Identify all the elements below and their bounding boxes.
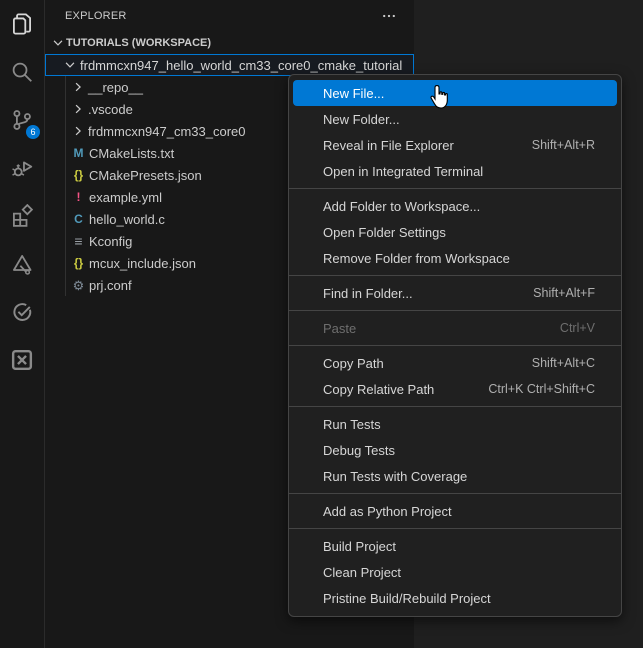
menu-item-label: Remove Folder from Workspace [323,250,510,266]
gear-file-icon: ⚙ [72,277,85,293]
tree-item-label: example.yml [89,189,162,205]
indent-guide [65,76,66,296]
tree-item-label: mcux_include.json [89,255,196,271]
menu-item-label: Add as Python Project [323,503,452,519]
menu-item-label: Pristine Build/Rebuild Project [323,590,491,606]
tree-item-label: CMakePresets.json [89,167,202,183]
ellipsis-icon [383,14,395,18]
menu-item-label: Open Folder Settings [323,224,446,240]
menu-item-clean-project[interactable]: Clean Project [293,559,617,585]
menu-item-add-folder-to-workspace[interactable]: Add Folder to Workspace... [293,193,617,219]
cmake-file-icon: M [73,145,84,160]
extensions-icon [10,204,34,228]
tree-item-label: Kconfig [89,233,133,249]
chevron-right-icon [70,79,86,95]
activitybar-item-source-control[interactable]: 6 [0,96,44,144]
chevron-right-icon [70,101,86,117]
menu-item-paste: Paste Ctrl+V [293,315,617,341]
check-circle-icon [10,300,34,324]
menu-item-run-tests[interactable]: Run Tests [293,411,617,437]
menu-item-pristine-build-rebuild-project[interactable]: Pristine Build/Rebuild Project [293,585,617,611]
menu-item-label: Debug Tests [323,442,396,458]
menu-item-label: Reveal in File Explorer [323,137,454,153]
menu-item-new-file[interactable]: New File... [293,80,617,106]
run-debug-icon [10,156,34,180]
activitybar-item-search[interactable] [0,48,44,96]
tree-item-label: prj.conf [89,277,132,293]
menu-item-add-as-python-project[interactable]: Add as Python Project [293,498,617,524]
tree-item-label: .vscode [88,101,133,117]
files-icon [10,12,34,36]
more-actions-button[interactable] [378,5,400,27]
activitybar-item-x-square[interactable] [0,336,44,384]
selected-folder-row[interactable]: frdmmcxn947_hello_world_cm33_core0_cmake… [45,54,414,76]
tree-item-label: hello_world.c [89,211,165,227]
json-file-icon: {} [73,255,84,270]
menu-item-remove-folder-from-workspace[interactable]: Remove Folder from Workspace [293,245,617,271]
menu-item-shortcut: Ctrl+V [559,321,595,335]
menu-item-reveal-in-file-explorer[interactable]: Reveal in File Explorer Shift+Alt+R [293,132,617,158]
explorer-title: EXPLORER [65,10,127,22]
menu-item-label: Run Tests with Coverage [323,468,468,484]
activitybar-item-extensions[interactable] [0,192,44,240]
chevron-down-icon [62,57,78,73]
menu-item-find-in-folder[interactable]: Find in Folder... Shift+Alt+F [293,280,617,306]
triangle-wrench-icon [10,252,34,276]
yaml-file-icon: ! [76,189,81,204]
menu-separator [289,310,621,311]
menu-separator [289,345,621,346]
menu-item-debug-tests[interactable]: Debug Tests [293,437,617,463]
activitybar-item-run-debug[interactable] [0,144,44,192]
menu-item-open-folder-settings[interactable]: Open Folder Settings [293,219,617,245]
menu-item-label: Clean Project [323,564,402,580]
menu-item-shortcut: Ctrl+K Ctrl+Shift+C [488,382,595,396]
selected-folder-label: frdmmcxn947_hello_world_cm33_core0_cmake… [80,57,403,73]
activitybar-item-check-circle[interactable] [0,288,44,336]
menu-separator [289,275,621,276]
menu-item-label: Run Tests [323,416,381,432]
json-file-icon: {} [73,167,84,182]
source-control-badge: 6 [26,125,40,139]
menu-item-label: Copy Path [323,355,384,371]
activitybar-item-triangle-wrench[interactable] [0,240,44,288]
menu-item-label: Open in Integrated Terminal [323,163,484,179]
menu-item-new-folder[interactable]: New Folder... [293,106,617,132]
tree-item-label: frdmmcxn947_cm33_core0 [88,123,246,139]
context-menu: New File... New Folder... Reveal in File E… [288,74,622,617]
menu-item-label: Paste [323,320,357,336]
menu-item-run-tests-with-coverage[interactable]: Run Tests with Coverage [293,463,617,489]
menu-item-shortcut: Shift+Alt+F [533,286,595,300]
chevron-down-icon [50,35,66,51]
menu-item-shortcut: Shift+Alt+C [531,356,595,370]
menu-item-label: Build Project [323,538,396,554]
menu-item-label: New Folder... [323,111,400,127]
workspace-section-label: TUTORIALS (WORKSPACE) [66,37,212,49]
menu-item-build-project[interactable]: Build Project [293,533,617,559]
menu-item-label: Copy Relative Path [323,381,435,397]
menu-item-label: New File... [323,85,385,101]
x-square-icon [10,348,34,372]
tree-item-label: __repo__ [88,79,143,95]
menu-separator [289,493,621,494]
menu-item-label: Add Folder to Workspace... [323,198,481,214]
menu-item-copy-path[interactable]: Copy Path Shift+Alt+C [293,350,617,376]
chevron-right-icon [70,123,86,139]
menu-separator [289,188,621,189]
menu-item-shortcut: Shift+Alt+R [531,138,595,152]
menu-item-open-in-integrated-terminal[interactable]: Open in Integrated Terminal [293,158,617,184]
c-file-icon: C [74,211,83,226]
search-icon [10,60,34,84]
menu-separator [289,528,621,529]
explorer-header: EXPLORER [45,0,414,32]
list-file-icon: ≡ [74,232,83,249]
tree-item-label: CMakeLists.txt [89,145,175,161]
activity-bar: 6 [0,0,45,648]
workspace-section-header[interactable]: TUTORIALS (WORKSPACE) [45,32,414,54]
menu-item-copy-relative-path[interactable]: Copy Relative Path Ctrl+K Ctrl+Shift+C [293,376,617,402]
menu-separator [289,406,621,407]
menu-item-label: Find in Folder... [323,285,413,301]
activitybar-item-files[interactable] [0,0,44,48]
